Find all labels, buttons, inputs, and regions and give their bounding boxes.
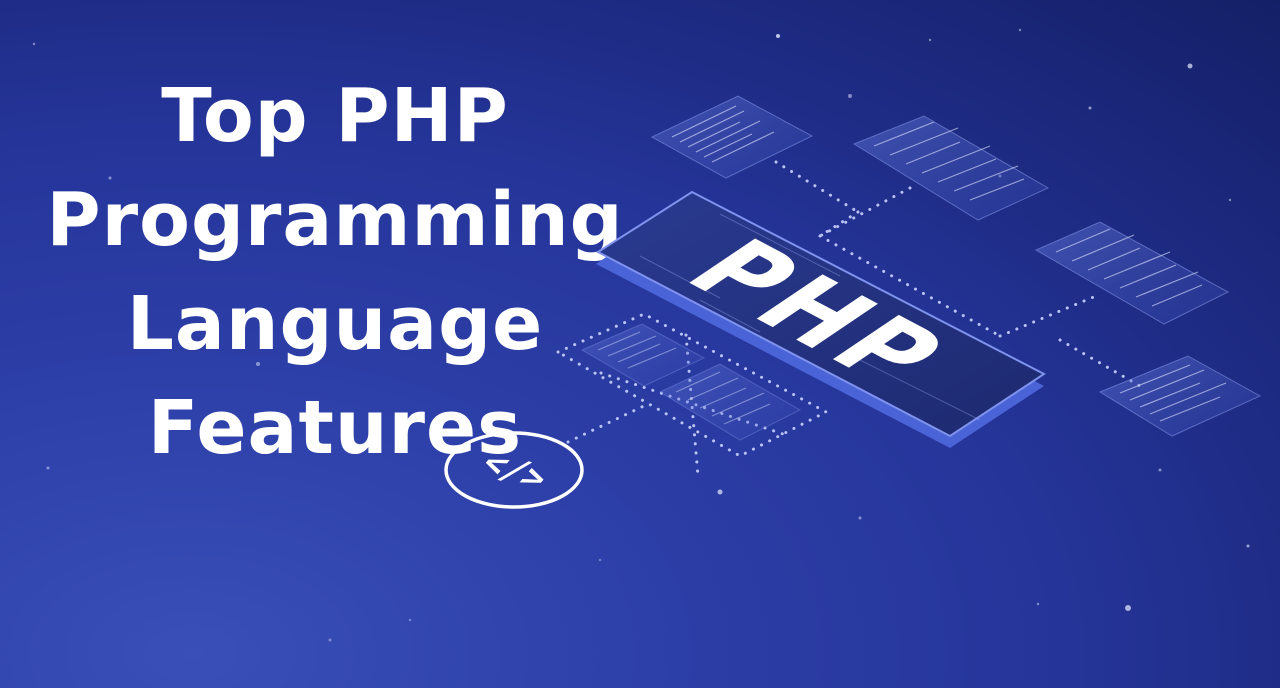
- code-brackets-badge: </>: [444, 431, 584, 509]
- code-sheet-3: [1034, 221, 1230, 325]
- code-sheet-2: [852, 115, 1050, 221]
- isometric-illustration: PHP </>: [32, 28, 1262, 642]
- code-sheet-1: [650, 95, 814, 179]
- code-brackets-icon: </>: [473, 444, 558, 497]
- code-sheet-4: [1098, 355, 1262, 437]
- php-platform: PHP: [596, 190, 1046, 448]
